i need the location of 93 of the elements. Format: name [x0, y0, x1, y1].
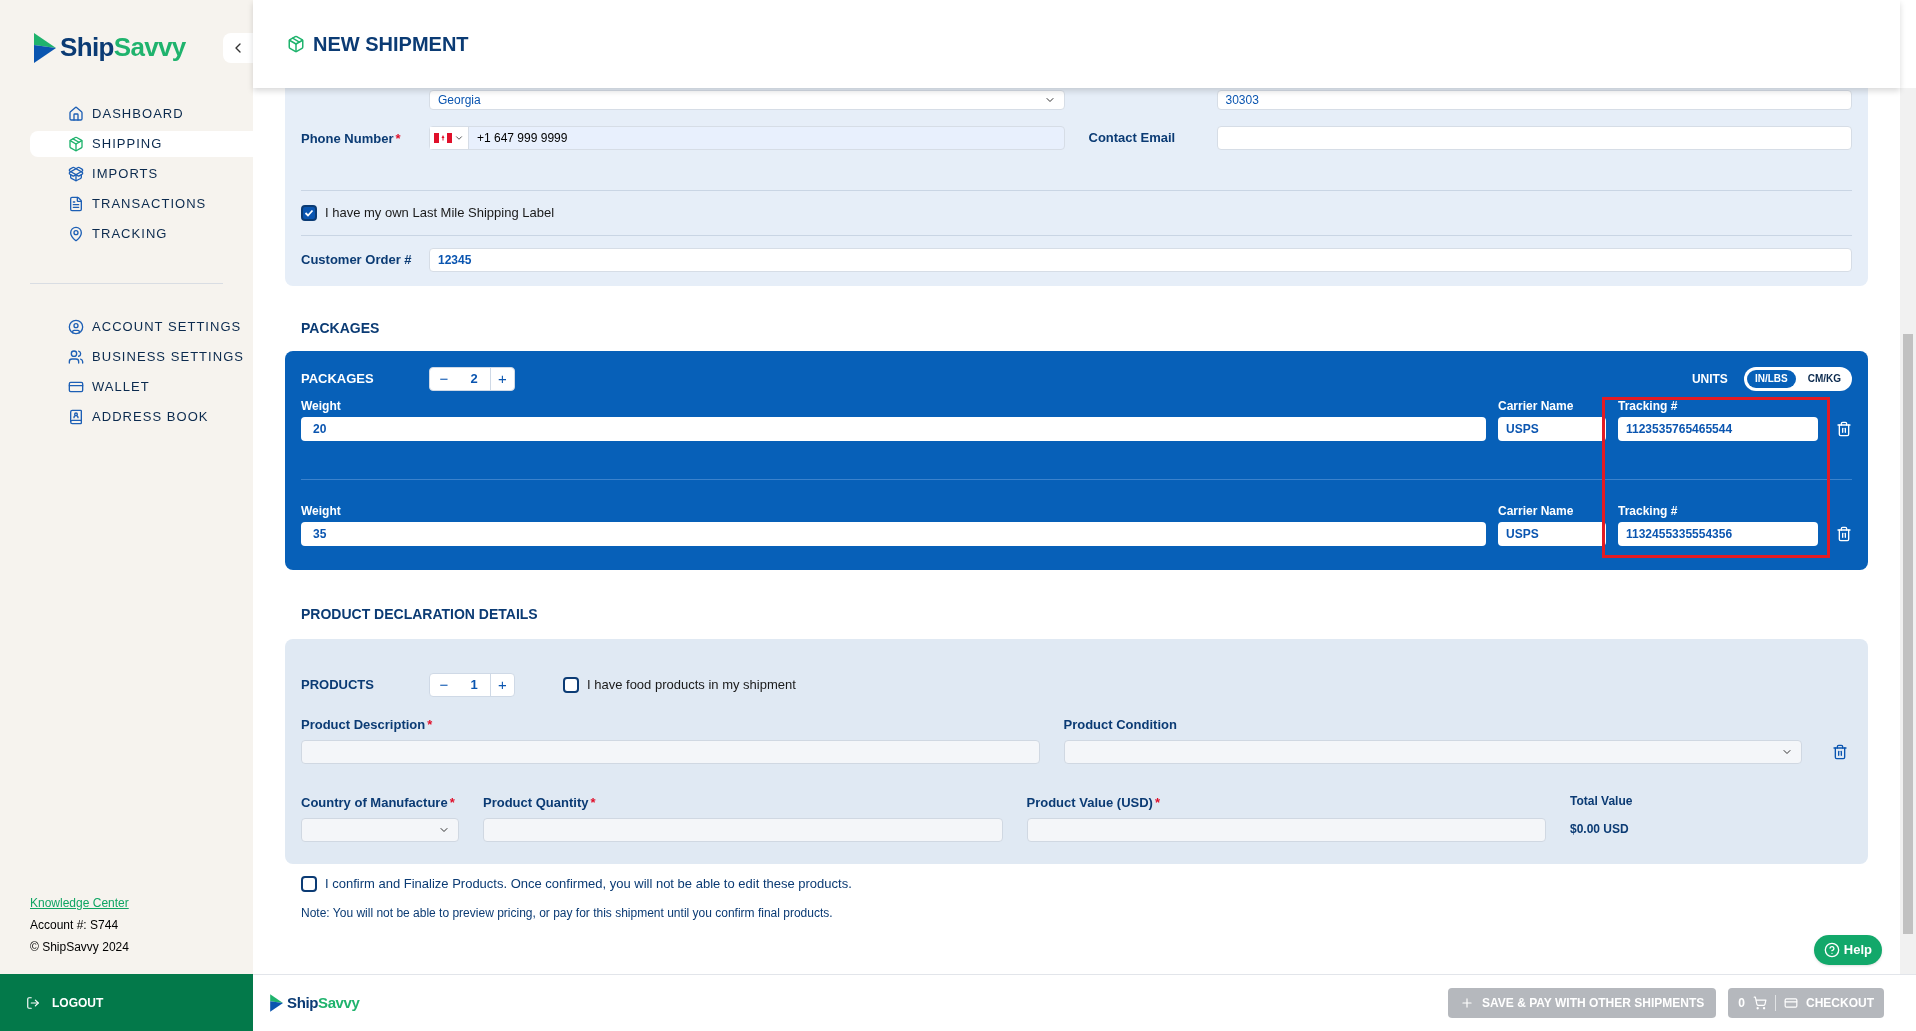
carrier-label: Carrier Name [1498, 397, 1575, 415]
carrier-field[interactable]: USPS [1498, 416, 1606, 441]
cart-count: 0 [1738, 995, 1745, 1012]
checkbox-label: I have food products in my shipment [587, 675, 796, 694]
checkbox-label: I have my own Last Mile Shipping Label [325, 204, 555, 222]
package-icon [287, 35, 305, 53]
field-label: Product Value (USD)* [1026, 793, 1161, 812]
value-field[interactable] [1026, 818, 1546, 842]
card-icon [1784, 996, 1798, 1010]
section-heading: PRODUCT DECLARATION DETAILS [300, 604, 539, 624]
weight-label: Weight [301, 502, 342, 520]
caret-icon [454, 133, 464, 143]
field-label: Product Description* [301, 715, 434, 734]
decrement-button[interactable]: − [430, 367, 458, 390]
checkbox[interactable] [563, 676, 579, 693]
carrier-field[interactable]: USPS [1498, 521, 1606, 546]
customer-order-field[interactable]: 12345 [429, 247, 1852, 272]
weight-field[interactable]: 20 [301, 416, 1486, 441]
field-label: Contact Email [1088, 129, 1177, 147]
count-value: 1 [469, 675, 479, 694]
email-field[interactable] [1216, 126, 1852, 150]
account-number: Account #: S744 [30, 917, 120, 934]
carrier-label: Carrier Name [1498, 502, 1575, 520]
units-label: UNITS [1691, 370, 1728, 388]
phone-field[interactable]: +1 647 999 9999 [429, 126, 1065, 150]
total-value: $0.00 USD [1570, 821, 1630, 838]
delete-icon[interactable] [1836, 525, 1852, 542]
description-field[interactable] [301, 740, 1040, 764]
cart-icon[interactable] [1753, 996, 1767, 1010]
nav-item[interactable]: BUSINESS SETTINGS [30, 344, 253, 370]
field-label: Country of Manufacture* [301, 793, 456, 812]
products-label: PRODUCTS [301, 675, 375, 694]
province-select[interactable]: Georgia [429, 90, 1065, 110]
country-code-select[interactable] [430, 127, 469, 149]
nav-item[interactable]: TRACKING [30, 221, 253, 247]
delete-icon[interactable] [1836, 420, 1852, 437]
logo-icon [32, 32, 56, 63]
nav-icon [68, 349, 84, 365]
nav-item[interactable]: SHIPPING [30, 131, 253, 157]
country-select[interactable] [301, 818, 459, 842]
nav-item[interactable]: ADDRESS BOOK [30, 404, 253, 430]
checkbox[interactable] [301, 875, 317, 892]
field-label: Product Quantity* [483, 793, 597, 812]
field-label: Phone Number* [301, 130, 402, 148]
packages-label: PACKAGES [301, 369, 375, 388]
tracking-field[interactable]: 1132455335554356 [1618, 521, 1818, 546]
weight-field[interactable]: 35 [301, 521, 1486, 546]
nav-item[interactable]: TRANSACTIONS [30, 191, 253, 217]
nav-item[interactable]: ACCOUNT SETTINGS [30, 314, 253, 340]
collapse-button[interactable] [223, 32, 253, 63]
nav-icon [68, 226, 84, 242]
section-heading: PACKAGES [300, 318, 381, 338]
quantity-field[interactable] [483, 818, 1003, 842]
field-label: Product Condition [1063, 715, 1178, 734]
decrement-button[interactable]: − [430, 673, 458, 696]
brand-name: ShipSavvy [287, 992, 360, 1013]
brand-name: ShipSavvy [60, 31, 186, 64]
postal-code-field[interactable]: 30303 [1216, 90, 1852, 110]
nav-icon [68, 166, 84, 182]
delete-icon[interactable] [1832, 744, 1848, 760]
increment-button[interactable]: + [490, 367, 514, 390]
weight-label: Weight [301, 397, 342, 415]
checkmark-icon [304, 207, 314, 218]
nav-item[interactable]: IMPORTS [30, 161, 253, 187]
tracking-field[interactable]: 1123535765465544 [1618, 416, 1818, 441]
tracking-label: Tracking # [1618, 502, 1679, 520]
nav-icon [68, 106, 84, 122]
field-label: Customer Order # [301, 250, 413, 269]
logout-button[interactable]: LOGOUT [0, 974, 253, 1031]
tracking-label: Tracking # [1618, 397, 1679, 415]
nav-icon [68, 379, 84, 395]
help-icon [1823, 942, 1840, 958]
nav-icon [68, 319, 84, 335]
plus-icon [1460, 996, 1475, 1010]
checkbox[interactable] [301, 204, 317, 221]
page-title: NEW SHIPMENT [313, 32, 469, 57]
logout-icon [26, 995, 40, 1010]
note-text: Note: You will not be able to preview pricing, or pay for this shipment until you confirm final products. [300, 904, 834, 922]
increment-button[interactable]: + [490, 673, 514, 696]
units-option[interactable]: CM/KG [1799, 369, 1849, 388]
nav-icon [68, 196, 84, 212]
condition-select[interactable] [1063, 740, 1802, 764]
nav-item[interactable]: DASHBOARD [30, 101, 253, 127]
total-label: Total Value [1570, 793, 1634, 810]
flag-icon [434, 133, 452, 143]
copyright-text: © ShipSavvy 2024 [30, 939, 130, 956]
units-option[interactable]: IN/LBS [1746, 369, 1796, 388]
nav-icon [68, 409, 84, 425]
logo-icon [269, 994, 283, 1012]
confirm-label: I confirm and Finalize Products. Once confirmed, you will not be able to edit these products. [325, 875, 852, 893]
nav-icon [68, 136, 84, 152]
count-value: 2 [469, 369, 479, 388]
nav-item[interactable]: WALLET [30, 374, 253, 400]
